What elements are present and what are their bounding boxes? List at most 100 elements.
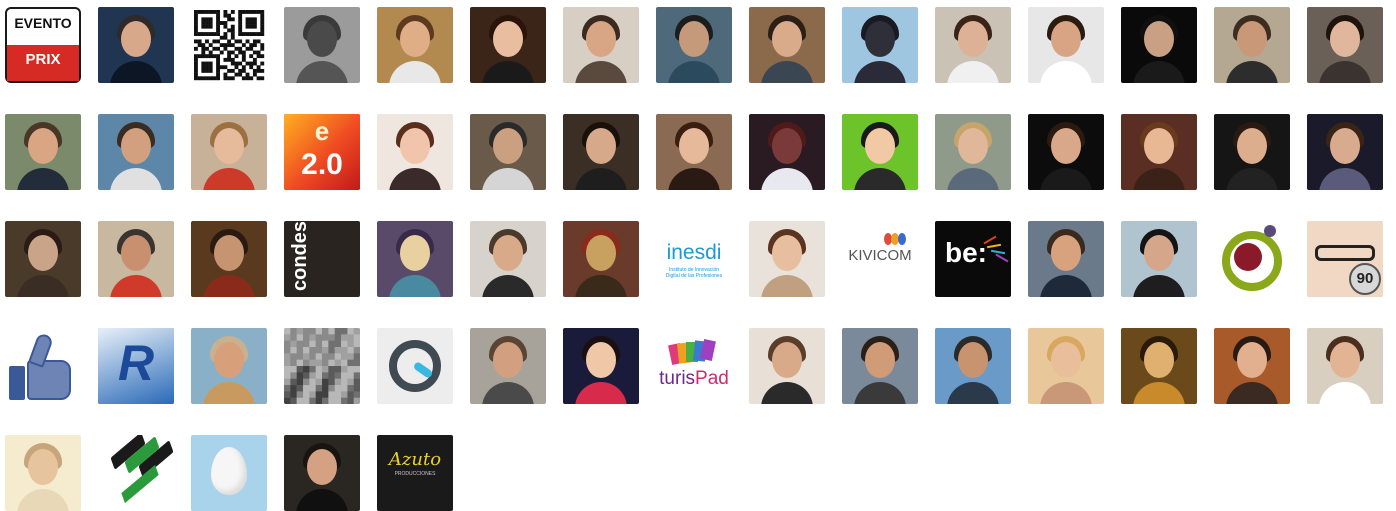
avatar-19[interactable]: e 2.0 — [284, 114, 360, 190]
qr-module — [260, 76, 265, 81]
body-shape — [1040, 61, 1092, 83]
avatar-50[interactable] — [377, 328, 453, 404]
avatar-58[interactable] — [1121, 328, 1197, 404]
avatar-40[interactable]: KIVICOM — [842, 221, 918, 297]
night-lights-photo-icon — [749, 114, 825, 190]
pixel-cell — [341, 372, 348, 379]
pixel-cell — [322, 397, 329, 404]
pixel-cell — [290, 391, 297, 398]
avatar-35[interactable] — [377, 221, 453, 297]
man-smiling-photo-icon — [377, 7, 453, 83]
condes-text: condes — [289, 221, 311, 291]
pixel-cell — [353, 366, 360, 373]
avatar-38[interactable]: inesdi Instituto de Innovación Digital de… — [656, 221, 732, 297]
avatar-30[interactable] — [1307, 114, 1383, 190]
avatar-16[interactable] — [5, 114, 81, 190]
avatar-59[interactable] — [1214, 328, 1290, 404]
avatar-48[interactable] — [191, 328, 267, 404]
pixel-cell — [347, 372, 354, 379]
avatar-54[interactable] — [749, 328, 825, 404]
avatar-33[interactable] — [191, 221, 267, 297]
pixel-cell — [347, 334, 354, 341]
avatar-62[interactable] — [98, 435, 174, 511]
avatar-27[interactable] — [1028, 114, 1104, 190]
qr-module — [205, 65, 209, 70]
avatar-24[interactable] — [749, 114, 825, 190]
qr-module — [208, 76, 213, 81]
avatar-32[interactable] — [98, 221, 174, 297]
avatar-14[interactable] — [1214, 7, 1290, 83]
qr-module — [252, 39, 257, 44]
avatar-1[interactable]: EVENTO PRIX — [5, 7, 81, 83]
avatar-12[interactable] — [1028, 7, 1104, 83]
avatar-8[interactable] — [656, 7, 732, 83]
avatar-53[interactable]: turisPad — [656, 328, 732, 404]
body-shape — [1319, 382, 1371, 404]
woman-restaurant-photo-icon — [1214, 328, 1290, 404]
avatar-13[interactable] — [1121, 7, 1197, 83]
qr-module — [216, 39, 220, 44]
head-shape — [958, 128, 988, 164]
avatar-11[interactable] — [935, 7, 1011, 83]
avatar-36[interactable] — [470, 221, 546, 297]
avatar-9[interactable] — [749, 7, 825, 83]
qr-module — [230, 43, 235, 48]
avatar-61[interactable] — [5, 435, 81, 511]
avatar-18[interactable] — [191, 114, 267, 190]
avatar-41[interactable]: be: — [935, 221, 1011, 297]
avatar-26[interactable] — [935, 114, 1011, 190]
avatar-44[interactable] — [1214, 221, 1290, 297]
avatar-52[interactable] — [563, 328, 639, 404]
avatar-29[interactable] — [1214, 114, 1290, 190]
avatar-23[interactable] — [656, 114, 732, 190]
pixel-cell — [353, 372, 360, 379]
avatar-31[interactable] — [5, 221, 81, 297]
avatar-6[interactable] — [470, 7, 546, 83]
avatar-51[interactable] — [470, 328, 546, 404]
avatar-37[interactable] — [563, 221, 639, 297]
qr-module — [223, 76, 228, 81]
avatar-55[interactable] — [842, 328, 918, 404]
qr-module — [194, 28, 198, 33]
avatar-4[interactable] — [284, 7, 360, 83]
avatar-46[interactable] — [5, 328, 81, 404]
avatar-42[interactable] — [1028, 221, 1104, 297]
avatar-5[interactable] — [377, 7, 453, 83]
avatar-45[interactable]: 90 — [1307, 221, 1383, 297]
ring-person-logo-icon — [1214, 221, 1290, 297]
avatar-39[interactable] — [749, 221, 825, 297]
pixel-cell — [322, 372, 329, 379]
avatar-3[interactable] — [191, 7, 267, 83]
avatar-22[interactable] — [563, 114, 639, 190]
avatar-56[interactable] — [935, 328, 1011, 404]
avatar-10[interactable] — [842, 7, 918, 83]
avatar-43[interactable] — [1121, 221, 1197, 297]
avatar-21[interactable] — [470, 114, 546, 190]
avatar-57[interactable] — [1028, 328, 1104, 404]
avatar-28[interactable] — [1121, 114, 1197, 190]
qr-module — [256, 32, 261, 36]
avatar-65[interactable]: Azuto PRODUCCIONES — [377, 435, 453, 511]
avatar-2[interactable] — [98, 7, 174, 83]
pixel-cell — [341, 347, 348, 354]
avatar-34[interactable]: condes — [284, 221, 360, 297]
avatar-47[interactable]: R — [98, 328, 174, 404]
pixelated-photo-icon — [284, 328, 360, 404]
man-sunglasses-sky-photo-icon — [935, 328, 1011, 404]
avatar-64[interactable] — [284, 435, 360, 511]
qr-module — [230, 57, 235, 62]
qr-module — [241, 68, 246, 73]
man-laughing-photo-icon — [1028, 221, 1104, 297]
pixel-cell — [303, 378, 310, 386]
avatar-7[interactable] — [563, 7, 639, 83]
pixel-cell — [290, 328, 297, 335]
avatar-49[interactable] — [284, 328, 360, 404]
pixel-cell — [341, 397, 348, 404]
avatar-63[interactable] — [191, 435, 267, 511]
avatar-25[interactable] — [842, 114, 918, 190]
avatar-20[interactable] — [377, 114, 453, 190]
qr-module — [230, 68, 235, 73]
avatar-60[interactable] — [1307, 328, 1383, 404]
avatar-17[interactable] — [98, 114, 174, 190]
avatar-15[interactable] — [1307, 7, 1383, 83]
